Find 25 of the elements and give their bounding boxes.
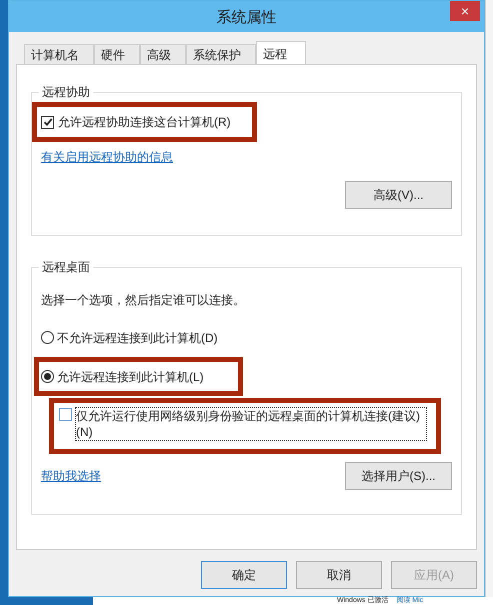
radio-button[interactable] [41, 370, 54, 383]
dialog-button[interactable]: 取消 [296, 561, 382, 589]
dialog-button[interactable]: 确定 [201, 561, 287, 589]
checkmark-icon [42, 117, 52, 127]
tab[interactable]: 高级 [140, 44, 186, 64]
advanced-button[interactable]: 高级(V)... [345, 181, 452, 209]
radio-button[interactable] [41, 331, 54, 344]
tab[interactable]: 计算机名 [24, 44, 94, 64]
group-title: 远程桌面 [41, 259, 91, 276]
info-link[interactable]: 有关启用远程协助的信息 [41, 148, 173, 166]
tab[interactable]: 远程 [256, 41, 306, 65]
select-users-button[interactable]: 选择用户(S)... [345, 462, 452, 490]
window-title: 系统属性 [216, 8, 276, 28]
group-title: 远程协助 [41, 84, 91, 101]
checkbox[interactable] [41, 116, 54, 128]
close-button[interactable]: × [450, 1, 480, 21]
tab[interactable]: 硬件 [94, 44, 140, 64]
checkbox[interactable] [59, 408, 72, 421]
tab[interactable]: 系统保护 [186, 44, 256, 64]
instruction-text: 选择一个选项，然后指定谁可以连接。 [41, 292, 246, 309]
checkbox-label: 仅允许运行使用网络级别身份验证的远程桌面的计算机连接(建议)(N) [76, 408, 426, 440]
radio-label: 不允许远程连接到此计算机(D) [57, 330, 218, 346]
help-link[interactable]: 帮助我选择 [41, 467, 101, 485]
radio-label: 允许远程连接到此计算机(L) [57, 368, 204, 386]
checkbox-label: 允许远程协助连接这台计算机(R) [58, 114, 231, 131]
